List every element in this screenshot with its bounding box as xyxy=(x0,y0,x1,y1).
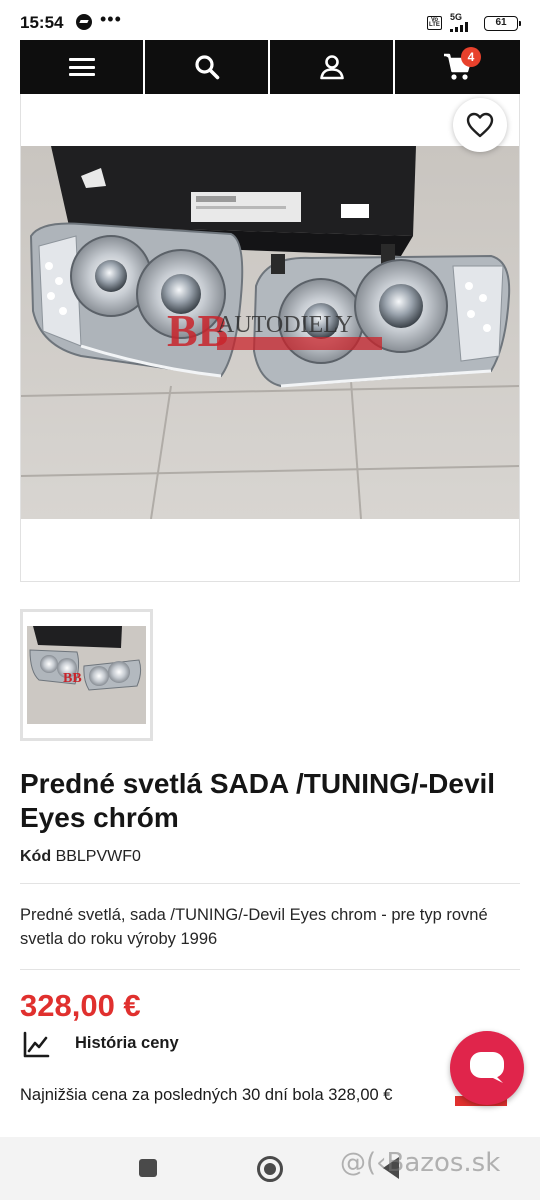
product-code-value: BBLPVWF0 xyxy=(55,848,141,865)
wishlist-button[interactable] xyxy=(453,98,507,152)
svg-text:BB: BB xyxy=(63,671,82,686)
chart-line-icon xyxy=(23,1031,50,1058)
bb-autodiely-logo: BB AUTODIELY xyxy=(167,305,382,356)
messenger-icon xyxy=(76,14,92,30)
heart-icon xyxy=(466,112,494,138)
status-bar: 15:54 ••• Vo LTE 5G 61 xyxy=(0,0,540,42)
search-button[interactable] xyxy=(145,40,270,94)
divider xyxy=(20,883,520,884)
volte-icon: Vo LTE xyxy=(427,16,442,30)
search-icon xyxy=(194,55,219,80)
divider xyxy=(20,969,520,970)
network-type: 5G xyxy=(450,12,463,22)
chat-bubble-icon xyxy=(470,1052,504,1083)
cart-button[interactable]: 4 xyxy=(395,40,520,94)
home-icon[interactable] xyxy=(257,1156,283,1182)
lowest-price-note: Najnižšia cena za posledných 30 dní bola… xyxy=(20,1086,393,1104)
product-main-image[interactable]: BB AUTODIELY xyxy=(21,146,519,519)
cart-count-badge: 4 xyxy=(461,47,481,67)
product-code: Kód BBLPVWF0 xyxy=(20,848,141,866)
product-price: 328,00 € xyxy=(20,988,141,1023)
product-description: Predné svetlá, sada /TUNING/-Devil Eyes … xyxy=(20,906,488,948)
watermark-text: AUTODIELY xyxy=(217,312,353,338)
menu-icon xyxy=(68,58,95,76)
price-history-link[interactable]: História ceny xyxy=(75,1034,179,1053)
top-nav-bar: 4 xyxy=(20,40,520,94)
user-icon xyxy=(319,55,344,80)
gallery-thumbnail[interactable]: BB xyxy=(20,609,153,741)
signal-icon xyxy=(450,22,470,32)
headlights-photo: BB AUTODIELY xyxy=(21,146,519,519)
product-title: Predné svetlá SADA /TUNING/-Devil Eyes c… xyxy=(20,768,496,833)
bazos-watermark: @(‹Bazos.sk xyxy=(340,1148,501,1178)
status-time: 15:54 xyxy=(20,13,64,32)
account-button[interactable] xyxy=(270,40,395,94)
chat-button[interactable] xyxy=(450,1031,524,1105)
thumbnail-image: BB xyxy=(27,626,146,724)
battery-indicator: 61 xyxy=(484,16,521,31)
menu-button[interactable] xyxy=(20,40,145,94)
product-code-label: Kód xyxy=(20,848,52,865)
recent-apps-icon[interactable] xyxy=(139,1159,157,1177)
more-notifications-icon: ••• xyxy=(100,9,122,29)
